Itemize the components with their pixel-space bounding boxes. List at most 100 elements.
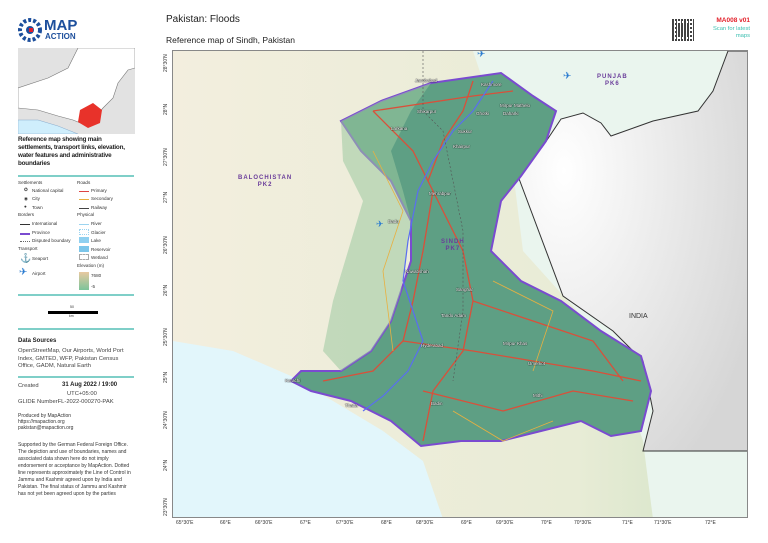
lon-tick: 67°E (300, 520, 311, 526)
primary-road-icon (79, 191, 89, 192)
city-icon: ◉ (24, 196, 29, 201)
legend-wetland: Wetland (91, 255, 108, 260)
city-label[interactable]: Mirpur Mathelo (500, 103, 530, 108)
lon-tick: 70°30'E (574, 520, 592, 526)
region-label-punjab: PUNJAB PK6 (597, 74, 628, 88)
created-date: 31 Aug 2022 / 19:00 (62, 382, 118, 388)
map-code: MA008 v01 (716, 17, 750, 24)
lake-icon (79, 237, 89, 243)
email-link[interactable]: pakistan@mapaction.org (18, 425, 73, 431)
lon-tick: 71°E (622, 520, 633, 526)
page-subtitle: Reference map of Sindh, Pakistan (166, 35, 295, 45)
legend-town: Town (32, 205, 43, 210)
town-icon: ● (24, 204, 27, 209)
airport-icon[interactable]: ✈ (477, 51, 485, 60)
legend-roads-title: Roads (77, 180, 91, 185)
lat-tick: 24°30'N (163, 411, 169, 429)
lat-tick: 26°N (163, 284, 169, 296)
seaport-anchor-icon: ⚓ (20, 253, 32, 263)
globe-logo-icon (18, 18, 42, 42)
lat-tick: 25°30'N (163, 328, 169, 346)
logo-text-action: ACTION (45, 32, 76, 41)
divider (18, 294, 134, 296)
city-label[interactable]: Shikarpur (417, 109, 436, 114)
lon-tick: 69°E (461, 520, 472, 526)
river-icon (79, 224, 89, 225)
city-label[interactable]: Tando Adam (441, 313, 466, 318)
city-label[interactable]: Ghotki (476, 111, 489, 116)
city-label[interactable]: Dadu (388, 219, 399, 224)
legend-city: City (32, 196, 40, 201)
legend-national-capital: National capital (32, 188, 64, 193)
city-label[interactable]: Daharki (503, 111, 519, 116)
page-title: Pakistan: Floods (166, 14, 240, 25)
reservoir-icon (79, 246, 89, 252)
city-label[interactable]: Nawabshah (405, 269, 429, 274)
lat-tick: 24°N (163, 459, 169, 471)
city-label[interactable]: Jacobabad (415, 78, 437, 83)
city-label[interactable]: Badin (431, 401, 443, 406)
city-label[interactable]: Thatta (345, 403, 358, 408)
lon-tick: 66°E (220, 520, 231, 526)
legend-settlements-title: Settlements (18, 180, 43, 185)
city-label[interactable]: Umerkot (528, 361, 545, 366)
legend-seaport: Seaport (32, 256, 49, 261)
city-label[interactable]: Larkana (391, 126, 407, 131)
wetland-icon (79, 254, 89, 260)
legend-disputed: Disputed boundary (32, 238, 71, 243)
scale-label: 50 (70, 305, 74, 309)
airport-icon[interactable]: ✈ (563, 71, 571, 82)
logo-text-map: MAP (44, 17, 78, 34)
city-label[interactable]: Mithi (533, 393, 543, 398)
lat-tick: 23°30'N (163, 498, 169, 516)
legend-international: International (32, 221, 58, 226)
city-label[interactable]: Sanghar (456, 287, 473, 292)
inset-locator-map (18, 48, 135, 134)
legend-glacier: Glacier (91, 230, 106, 235)
city-label[interactable]: Khairpur (453, 144, 470, 149)
divider (18, 328, 134, 330)
lat-tick: 25°N (163, 371, 169, 383)
legend-reservoir: Reservoir (91, 247, 111, 252)
lon-tick: 72°E (705, 520, 716, 526)
elevation-ramp (79, 272, 89, 290)
logo: MAP ACTION (18, 18, 138, 44)
legend-airport: Airport (32, 271, 46, 276)
legend-secondary: Secondary (91, 196, 113, 201)
legend-province: Province (32, 230, 50, 235)
lon-tick: 65°30'E (176, 520, 194, 526)
lon-tick: 68°E (381, 520, 392, 526)
legend-railway: Railway (91, 205, 108, 210)
lon-tick: 69°30'E (496, 520, 514, 526)
main-map[interactable]: BALOCHISTAN PK2 PUNJAB PK6 SINDH PK7 INDIA … (172, 50, 748, 518)
airport-icon[interactable]: ✈ (376, 219, 384, 230)
lon-tick: 70°E (541, 520, 552, 526)
airport-plane-icon: ✈ (19, 267, 28, 278)
qr-code[interactable] (672, 19, 694, 41)
glacier-icon (79, 229, 89, 235)
lat-tick: 27°N (163, 191, 169, 203)
city-label[interactable]: Sukkur (458, 129, 472, 134)
city-label[interactable]: Karachi (285, 378, 300, 383)
lat-tick: 28°N (163, 103, 169, 115)
city-label[interactable]: Kashmore (481, 82, 502, 87)
city-label[interactable]: Hyderabad (421, 343, 443, 348)
legend-lake: Lake (91, 238, 101, 243)
glide-number: GLIDE NumberFL-2022-000270-PAK (18, 399, 114, 405)
data-sources-text: OpenStreetMap, Our Airports, World Port … (18, 348, 124, 370)
elevation-max: 7680 (91, 273, 102, 278)
lat-tick: 27°30'N (163, 148, 169, 166)
region-label-balochistan: BALOCHISTAN PK2 (238, 175, 293, 189)
country-label-india: INDIA (629, 313, 648, 320)
legend-river: River (91, 221, 102, 226)
lon-tick: 66°30'E (255, 520, 273, 526)
city-label[interactable]: Mirpur Khas (503, 341, 527, 346)
city-label[interactable]: Mehrabpur (429, 191, 451, 196)
legend-physical-title: Physical (77, 212, 95, 217)
lat-tick: 28°30'N (163, 54, 169, 72)
legend-borders-title: Borders (18, 212, 35, 217)
secondary-road-icon (79, 199, 89, 200)
disputed-boundary-icon (20, 241, 30, 242)
scan-text: Scan for latest maps (712, 26, 750, 40)
divider (18, 376, 134, 378)
